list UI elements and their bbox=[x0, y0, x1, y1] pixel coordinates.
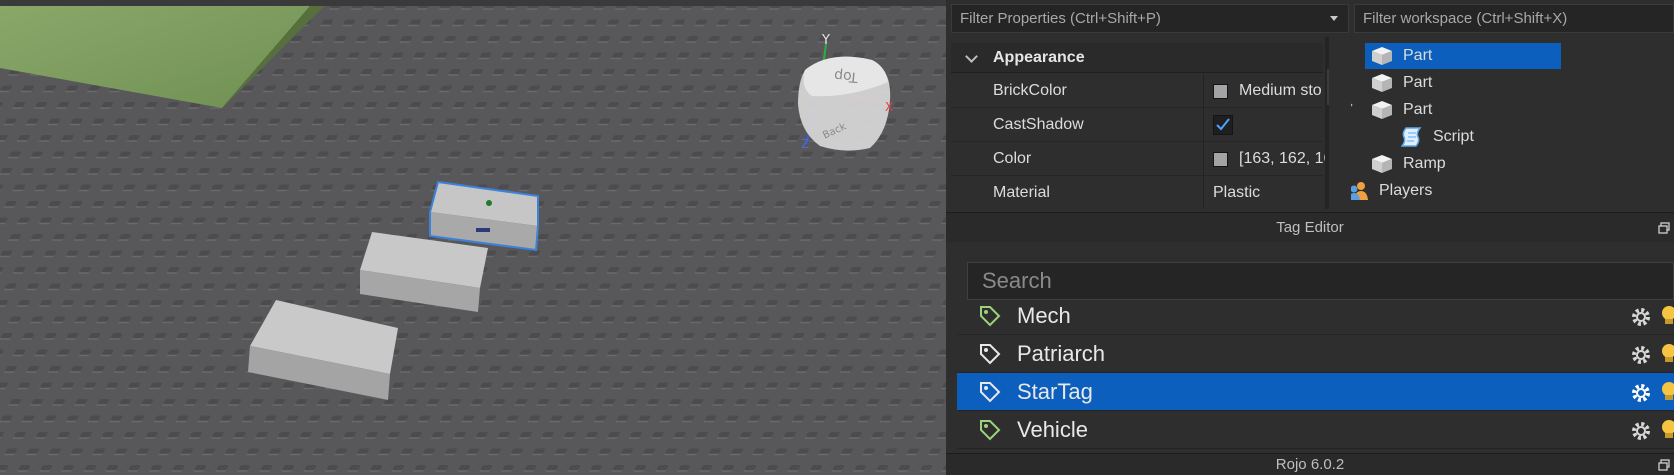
lightbulb-icon[interactable] bbox=[1659, 381, 1674, 403]
lightbulb-icon[interactable] bbox=[1659, 343, 1674, 365]
tag-editor-header: Tag Editor bbox=[946, 212, 1674, 242]
tag-list: Mech Patriarch StarTag Vehicle bbox=[946, 303, 1674, 450]
properties-panel: Appearance BrickColor Medium sto CastSha… bbox=[951, 37, 1329, 209]
property-name: BrickColor bbox=[993, 82, 1067, 99]
axis-y-label: Y bbox=[821, 33, 830, 48]
chevron-down-icon[interactable] bbox=[965, 50, 978, 63]
property-value[interactable]: Plastic bbox=[1213, 176, 1260, 209]
scene-render: Top Back Y X Z bbox=[0, 0, 946, 475]
section-appearance[interactable]: Appearance bbox=[951, 43, 1323, 73]
axis-z-label: Z bbox=[801, 137, 809, 151]
tag-name: Patriarch bbox=[1017, 341, 1106, 366]
tree-item-part[interactable]: Part bbox=[1365, 70, 1561, 96]
tag-row-patriarch[interactable]: Patriarch bbox=[957, 335, 1674, 373]
chevron-down-icon[interactable] bbox=[1351, 99, 1353, 111]
tree-item-script[interactable]: Script bbox=[1395, 124, 1565, 150]
rojo-panel-title: Rojo 6.0.2 bbox=[1275, 456, 1345, 473]
tag-row-vehicle[interactable]: Vehicle bbox=[957, 411, 1674, 449]
part-icon bbox=[1372, 101, 1392, 119]
tag-search-placeholder: Search bbox=[982, 268, 1052, 293]
explorer-filter-placeholder: Filter workspace (Ctrl+Shift+X) bbox=[1363, 10, 1568, 27]
undock-icon[interactable] bbox=[1658, 222, 1670, 234]
part-icon bbox=[1372, 74, 1392, 92]
gear-icon[interactable] bbox=[1630, 420, 1652, 442]
script-icon bbox=[1401, 127, 1422, 147]
properties-filter-input[interactable]: Filter Properties (Ctrl+Shift+P) bbox=[951, 4, 1349, 33]
lightbulb-icon[interactable] bbox=[1659, 305, 1674, 327]
tree-item-part[interactable]: Part bbox=[1365, 97, 1561, 123]
gear-icon[interactable] bbox=[1630, 382, 1652, 404]
property-row-castshadow[interactable]: CastShadow bbox=[951, 108, 1323, 142]
explorer-filter-input[interactable]: Filter workspace (Ctrl+Shift+X) bbox=[1354, 4, 1674, 33]
tag-row-startag[interactable]: StarTag bbox=[957, 373, 1674, 411]
tag-icon bbox=[980, 306, 1001, 327]
part-icon bbox=[1372, 47, 1392, 65]
color-swatch[interactable] bbox=[1213, 84, 1228, 99]
tag-icon bbox=[980, 382, 1001, 403]
tree-item-ramp[interactable]: Ramp bbox=[1365, 151, 1561, 177]
chevron-down-icon[interactable] bbox=[1330, 16, 1338, 21]
tree-item-players[interactable]: Players bbox=[1351, 178, 1561, 204]
tag-search-input[interactable]: Search bbox=[967, 262, 1674, 300]
property-value[interactable]: Medium sto bbox=[1239, 74, 1322, 108]
explorer-panel: Part Part Part Script Ramp Players bbox=[1351, 37, 1674, 209]
tree-item-part[interactable]: Part bbox=[1365, 43, 1561, 69]
tag-name: Vehicle bbox=[1017, 417, 1088, 442]
color-swatch[interactable] bbox=[1213, 152, 1228, 167]
gear-icon[interactable] bbox=[1630, 306, 1652, 328]
property-name: Color bbox=[993, 150, 1032, 167]
players-icon bbox=[1351, 182, 1368, 200]
properties-scrollbar[interactable] bbox=[1325, 37, 1329, 209]
section-title: Appearance bbox=[993, 49, 1085, 66]
checkmark-icon bbox=[1216, 118, 1230, 131]
property-name: Material bbox=[993, 184, 1050, 201]
property-row-brickcolor[interactable]: BrickColor Medium sto bbox=[951, 74, 1323, 108]
viewport-3d[interactable]: Top Back Y X Z bbox=[0, 0, 946, 475]
tag-name: StarTag bbox=[1017, 379, 1093, 404]
part-icon bbox=[1372, 155, 1392, 173]
undock-icon[interactable] bbox=[1658, 459, 1670, 471]
tag-name: Mech bbox=[1017, 303, 1071, 328]
property-row-material[interactable]: Material Plastic bbox=[951, 176, 1323, 209]
tag-icon bbox=[980, 344, 1001, 365]
tag-icon bbox=[980, 420, 1001, 441]
gear-icon[interactable] bbox=[1630, 344, 1652, 366]
viewcube-top-label: Top bbox=[833, 67, 859, 85]
property-row-color[interactable]: Color [163, 162, 16 bbox=[951, 142, 1329, 176]
property-value[interactable]: [163, 162, 16 bbox=[1239, 142, 1329, 176]
properties-filter-placeholder: Filter Properties (Ctrl+Shift+P) bbox=[960, 10, 1161, 27]
rojo-panel-header: Rojo 6.0.2 bbox=[946, 453, 1674, 475]
axis-x-label: X bbox=[885, 100, 893, 114]
studio-side-panels: Filter Properties (Ctrl+Shift+P) Filter … bbox=[946, 0, 1674, 475]
tag-row-mech[interactable]: Mech bbox=[957, 303, 1674, 335]
lightbulb-icon[interactable] bbox=[1659, 419, 1674, 441]
tag-editor-title: Tag Editor bbox=[1276, 219, 1344, 236]
castshadow-checkbox[interactable] bbox=[1213, 115, 1233, 135]
scroll-thumb[interactable] bbox=[1327, 69, 1329, 105]
property-name: CastShadow bbox=[993, 116, 1084, 133]
